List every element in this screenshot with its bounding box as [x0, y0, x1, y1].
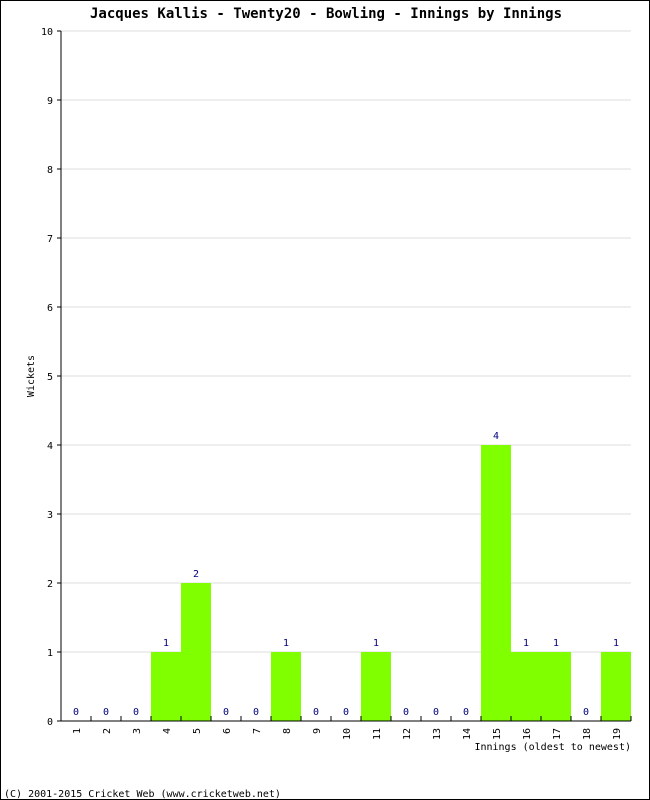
- data-label: 0: [433, 707, 439, 718]
- data-label: 1: [553, 638, 559, 649]
- x-tick-label: 1: [72, 728, 83, 734]
- x-tick-label: 18: [582, 728, 593, 740]
- data-label: 1: [283, 638, 289, 649]
- bar: [481, 445, 511, 721]
- data-label: 0: [403, 707, 409, 718]
- bar: [271, 652, 301, 721]
- copyright-footer: (C) 2001-2015 Cricket Web (www.cricketwe…: [4, 789, 281, 800]
- bar: [361, 652, 391, 721]
- bar: [181, 583, 211, 721]
- y-tick-label: 7: [47, 234, 53, 245]
- gridlines: [61, 30, 631, 653]
- y-tick-label: 8: [47, 165, 53, 176]
- data-label: 0: [313, 707, 319, 718]
- x-tick-label: 19: [612, 728, 623, 740]
- chart: Jacques Kallis - Twenty20 - Bowling - In…: [4, 6, 632, 800]
- x-tick-label: 4: [162, 728, 173, 734]
- x-tick-label: 5: [192, 728, 203, 734]
- data-label: 1: [373, 638, 379, 649]
- y-tick-label: 2: [47, 579, 53, 590]
- x-tick-label: 6: [222, 728, 233, 734]
- x-tick-label: 9: [312, 728, 323, 734]
- data-label: 1: [613, 638, 619, 649]
- x-tick-label: 17: [552, 728, 563, 740]
- y-tick-label: 5: [47, 372, 53, 383]
- data-label: 1: [523, 638, 529, 649]
- x-tick-label: 12: [402, 728, 413, 740]
- data-label: 0: [73, 707, 79, 718]
- x-tick-label: 14: [462, 728, 473, 740]
- bars: 0 0 0 1 2 0 0 1 0 0 1 0 0 0 4 1 1 0 1: [73, 431, 631, 721]
- chart-frame: Jacques Kallis - Twenty20 - Bowling - In…: [0, 0, 650, 800]
- x-tick-label: 2: [102, 728, 113, 734]
- data-label: 0: [583, 707, 589, 718]
- data-label: 0: [253, 707, 259, 718]
- data-label: 0: [463, 707, 469, 718]
- y-tick-label: 4: [47, 441, 53, 452]
- x-tick-label: 15: [492, 728, 503, 740]
- x-tick-label: 3: [132, 728, 143, 734]
- data-label: 0: [223, 707, 229, 718]
- bar: [601, 652, 631, 721]
- y-tick-label: 0: [47, 717, 53, 728]
- y-tick-label: 10: [41, 27, 53, 38]
- data-label: 0: [343, 707, 349, 718]
- y-axis-label: Wickets: [26, 355, 37, 397]
- data-label: 0: [133, 707, 139, 718]
- data-label: 2: [193, 569, 199, 580]
- bar: [151, 652, 181, 721]
- y-tick-label: 9: [47, 96, 53, 107]
- data-label: 1: [163, 638, 169, 649]
- x-tick-label: 16: [522, 728, 533, 740]
- data-label: 0: [103, 707, 109, 718]
- x-tick-label: 7: [252, 728, 263, 734]
- chart-title: Jacques Kallis - Twenty20 - Bowling - In…: [90, 6, 562, 22]
- x-tick-label: 11: [372, 728, 383, 740]
- x-axis-label: Innings (oldest to newest): [474, 742, 631, 753]
- axes: 0123456789101 2 3 4 5 6 7 8 9 10 11 12 13 14 15 16 17 18 1…: [41, 27, 632, 740]
- y-tick-label: 3: [47, 510, 53, 521]
- x-tick-label: 8: [282, 728, 293, 734]
- data-label: 4: [493, 431, 499, 442]
- x-tick-label: 13: [432, 728, 443, 740]
- x-tick-label: 10: [342, 728, 353, 740]
- bar: [511, 652, 541, 721]
- y-tick-label: 6: [47, 303, 53, 314]
- y-tick-label: 1: [47, 648, 53, 659]
- bar: [541, 652, 571, 721]
